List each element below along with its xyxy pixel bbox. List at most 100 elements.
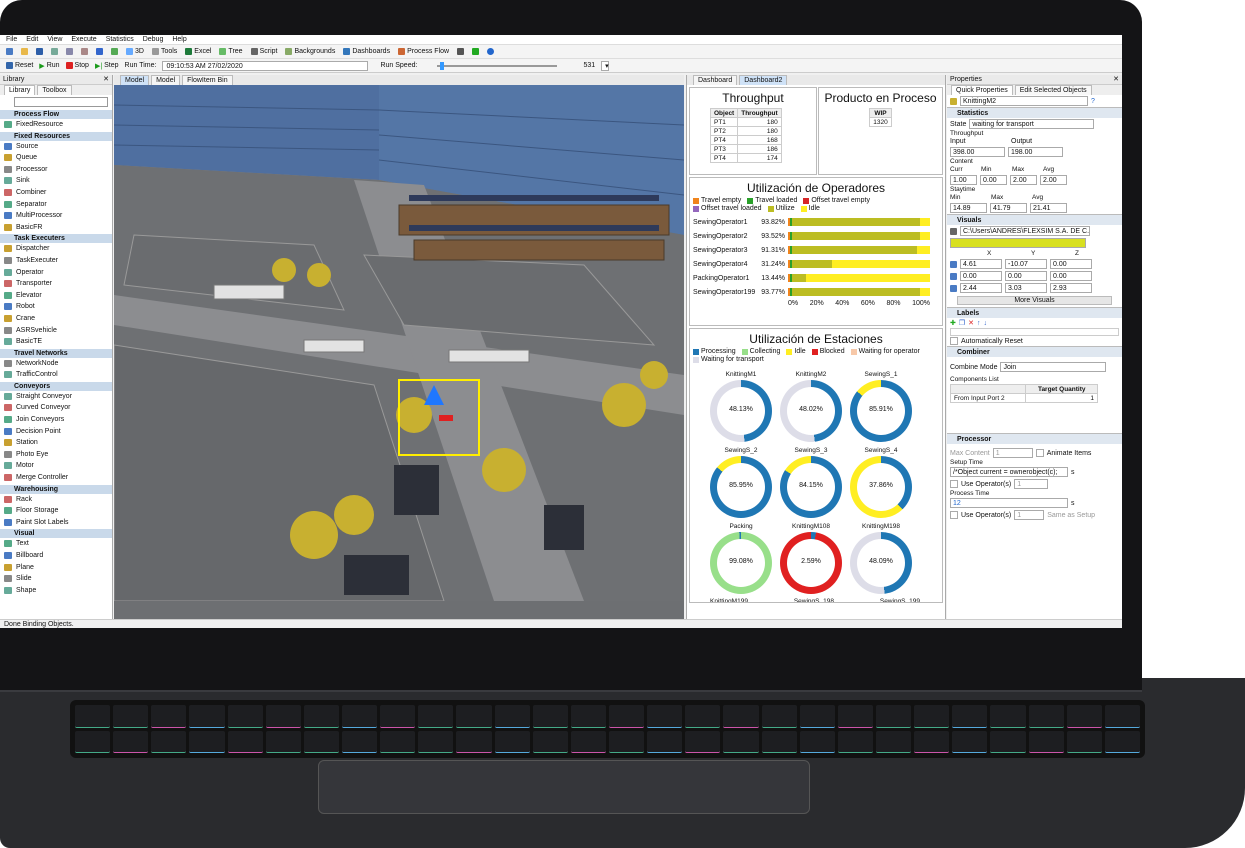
toolbar-excel[interactable]: Excel (185, 48, 211, 55)
coordinate-field[interactable]: 2.44 (960, 283, 1002, 293)
library-item[interactable]: Slide (0, 573, 112, 585)
library-item[interactable]: Rack (0, 494, 112, 506)
setup-time-field[interactable]: /*Object current = ownerobject(c); (950, 467, 1068, 477)
library-item[interactable]: Processor (0, 164, 112, 176)
library-item[interactable]: Station (0, 437, 112, 449)
library-category[interactable]: Conveyors (0, 380, 112, 391)
coordinate-field[interactable]: 0.00 (960, 271, 1002, 281)
up-icon[interactable]: ↑ (977, 320, 981, 327)
use-operator-checkbox[interactable] (950, 511, 958, 519)
tab-quick-properties[interactable]: Quick Properties (951, 85, 1013, 95)
run-speed-slider[interactable] (437, 61, 558, 70)
use-operator-checkbox[interactable] (950, 480, 958, 488)
library-category[interactable]: Task Executers (0, 233, 112, 244)
close-icon[interactable]: ✕ (103, 75, 109, 85)
max-content-field[interactable]: 1 (992, 448, 1033, 458)
tab-toolbox[interactable]: Toolbox (37, 85, 72, 95)
copy-icon[interactable]: ❐ (959, 319, 965, 327)
library-category[interactable]: Process Flow (0, 109, 112, 119)
labels-section[interactable]: Labels (947, 307, 1122, 318)
library-item[interactable]: Floor Storage (0, 505, 112, 517)
library-item[interactable]: Source (0, 141, 112, 153)
library-category[interactable]: Visual (0, 528, 112, 539)
color-icon[interactable] (96, 48, 103, 55)
menu-item-execute[interactable]: Execute (71, 36, 96, 43)
library-item[interactable]: MultiProcessor (0, 210, 112, 222)
toolbar-backgrounds[interactable]: Backgrounds (285, 48, 335, 55)
library-category[interactable]: Fixed Resources (0, 130, 112, 141)
run-button[interactable]: ▶ Run (39, 62, 59, 70)
pointer-icon[interactable] (51, 48, 58, 55)
process-time-field[interactable]: 12 (950, 498, 1068, 508)
labels-table[interactable] (950, 328, 1119, 336)
library-item[interactable]: BasicFR (0, 222, 112, 234)
library-item[interactable]: Transporter (0, 278, 112, 290)
coordinate-field[interactable]: 0.00 (1050, 259, 1092, 269)
run-time-field[interactable]: 09:10:53 AM 27/02/2020 (162, 60, 369, 71)
select-icon[interactable] (81, 48, 88, 55)
3d-model-view[interactable] (114, 85, 684, 619)
library-item[interactable]: Paint Slot Labels (0, 517, 112, 529)
more-visuals-button[interactable]: More Visuals (957, 296, 1112, 305)
library-item[interactable]: Queue (0, 152, 112, 164)
globe-icon[interactable] (472, 48, 480, 55)
library-item[interactable]: Combiner (0, 187, 112, 199)
tab-model[interactable]: Model (151, 75, 181, 85)
library-item[interactable]: Robot (0, 301, 112, 313)
library-item[interactable]: Dispatcher (0, 243, 112, 255)
down-icon[interactable]: ↓ (984, 320, 988, 327)
coordinate-field[interactable]: 0.00 (1050, 271, 1092, 281)
library-item[interactable]: Motor (0, 460, 112, 472)
operator-count-field[interactable]: 1 (1014, 510, 1045, 520)
toolbar-3d[interactable]: 3D (126, 48, 144, 55)
library-item[interactable]: Crane (0, 313, 112, 325)
library-item[interactable]: Curved Conveyor (0, 402, 112, 414)
tab-dashboard[interactable]: Dashboard (693, 75, 738, 85)
library-item[interactable]: Operator (0, 267, 112, 279)
coordinate-field[interactable]: 4.61 (960, 259, 1002, 269)
library-item[interactable]: BasicTE (0, 336, 112, 348)
library-item[interactable]: Sink (0, 175, 112, 187)
operator-count-field[interactable]: 1 (1014, 479, 1049, 489)
menu-item-help[interactable]: Help (172, 36, 186, 43)
library-item[interactable]: Shape (0, 585, 112, 597)
new-icon[interactable] (6, 48, 13, 55)
library-item[interactable]: Decision Point (0, 426, 112, 438)
step-button[interactable]: ▶| Step (95, 62, 119, 70)
auto-reset-checkbox[interactable] (950, 337, 958, 345)
reset-button[interactable]: Reset (6, 62, 33, 69)
layer-icon[interactable] (111, 48, 118, 55)
save-icon[interactable] (36, 48, 43, 55)
tab-edit-selected[interactable]: Edit Selected Objects (1014, 85, 1092, 95)
library-item[interactable]: Merge Controller (0, 472, 112, 484)
library-item[interactable]: ASRSvehicle (0, 325, 112, 337)
tab-model-3d[interactable]: Model (120, 75, 150, 85)
statistics-section[interactable]: Statistics (947, 107, 1122, 118)
stop-button[interactable]: Stop (65, 62, 89, 69)
animate-items-checkbox[interactable] (1035, 449, 1044, 457)
shape-path-field[interactable]: C:\Users\ANDRES\FLEXSIM S.A. DE C.V. FL (960, 226, 1090, 236)
slider-thumb[interactable] (439, 61, 444, 70)
combiner-section[interactable]: Combiner (947, 346, 1122, 357)
open-icon[interactable] (21, 48, 28, 55)
library-item[interactable]: TaskExecuter (0, 255, 112, 267)
component-row-value[interactable]: 1 (1025, 393, 1098, 403)
delete-icon[interactable]: ✕ (968, 319, 974, 327)
library-item[interactable]: Billboard (0, 550, 112, 562)
grid-icon[interactable] (457, 48, 465, 55)
speed-dropdown[interactable]: ▾ (601, 60, 610, 71)
coordinate-field[interactable]: 3.03 (1005, 283, 1047, 293)
connect-icon[interactable] (66, 48, 73, 55)
library-item[interactable]: Plane (0, 562, 112, 574)
tab-library[interactable]: Library (4, 85, 36, 95)
library-item[interactable]: TrafficControl (0, 369, 112, 381)
help-icon[interactable] (487, 48, 495, 55)
coordinate-field[interactable]: 2.93 (1050, 283, 1092, 293)
library-item[interactable]: Separator (0, 199, 112, 211)
menu-item-file[interactable]: File (6, 36, 17, 43)
tab-flowitem-bin[interactable]: FlowItem Bin (182, 75, 233, 85)
library-item[interactable]: Text (0, 538, 112, 550)
menu-item-statistics[interactable]: Statistics (106, 36, 134, 43)
library-search-input[interactable] (14, 97, 108, 107)
library-item[interactable]: Straight Conveyor (0, 391, 112, 403)
